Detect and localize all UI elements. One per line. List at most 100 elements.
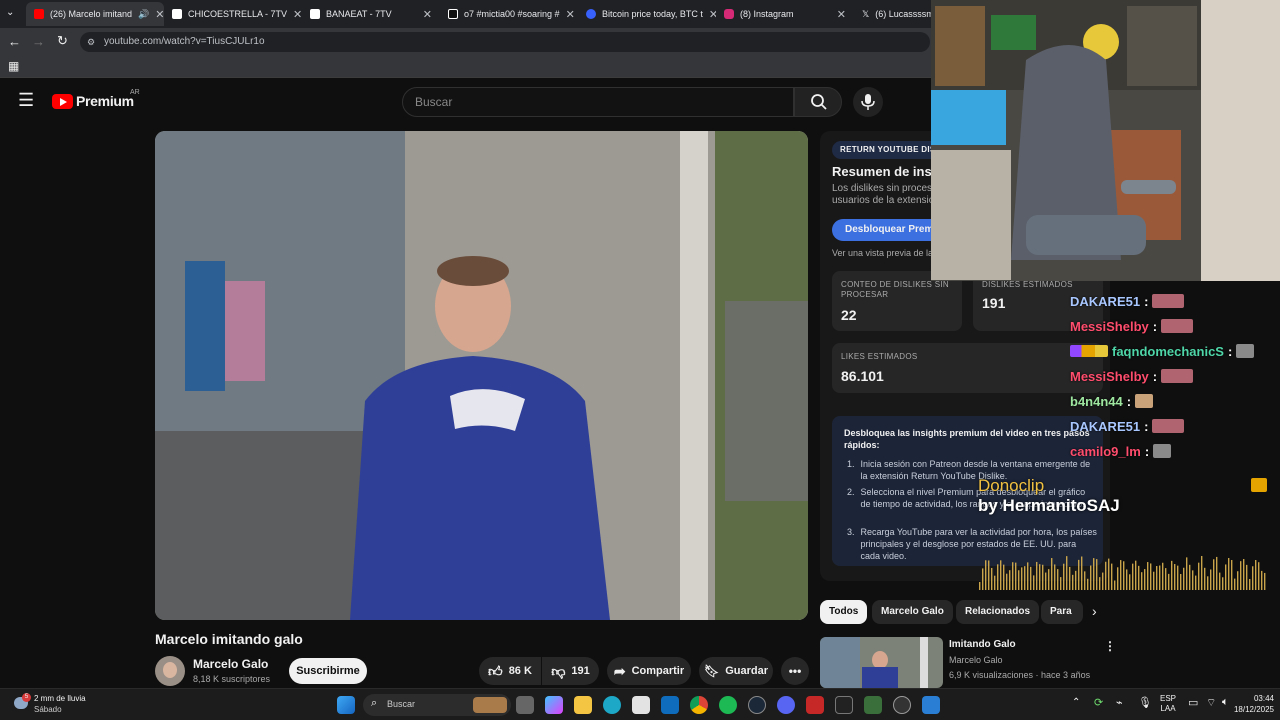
tab-youtube[interactable]: (26) Marcelo imitand 🔊 ✕ (26, 2, 164, 26)
start-windows-icon[interactable] (337, 696, 355, 714)
waveform-bar (994, 575, 996, 590)
site-info-icon[interactable]: ⚙ (87, 32, 95, 52)
tab-7tv-banaeat[interactable]: BANAEAT - 7TV ✕ (302, 2, 440, 26)
task-view-icon[interactable] (516, 696, 534, 714)
waveform-bar (1111, 563, 1113, 590)
steam-icon[interactable] (748, 696, 766, 714)
close-icon[interactable]: ✕ (293, 8, 302, 21)
game-icon[interactable] (864, 696, 882, 714)
chat-username: faqndomechanicS (1112, 343, 1224, 359)
chat-message: DAKARE51: (1070, 292, 1185, 310)
video-player[interactable] (155, 131, 808, 620)
waveform-bar (1210, 569, 1212, 590)
waveform-bar (1123, 561, 1125, 590)
subscribe-button[interactable]: Suscribirme (289, 658, 367, 684)
photos-icon[interactable] (922, 696, 940, 714)
share-button[interactable]: ➦ Compartir (607, 657, 691, 685)
tab-bitcoin[interactable]: Bitcoin price today, BTC t ✕ (578, 2, 716, 26)
apps-grid-icon[interactable]: ▦ (8, 59, 19, 73)
youtube-premium-logo[interactable]: Premium (52, 93, 134, 109)
more-vertical-icon[interactable]: ⋮ (1104, 639, 1116, 653)
tab-7tv-chicoestrella[interactable]: CHICOESTRELLA - 7TV ✕ (164, 2, 302, 26)
copilot-icon[interactable] (545, 696, 563, 714)
close-icon[interactable]: ✕ (566, 8, 575, 21)
x-icon: 𝕏 (862, 8, 870, 19)
waveform-bar (1090, 565, 1092, 590)
chrome-icon[interactable] (690, 696, 708, 714)
related-title[interactable]: Imitando Galo (949, 639, 1016, 650)
discord-icon[interactable] (777, 696, 795, 714)
spotify-icon[interactable] (719, 696, 737, 714)
waveform-bar (1048, 569, 1050, 590)
chip-para[interactable]: Para (1041, 600, 1083, 624)
waveform-bar (1042, 564, 1044, 590)
sync-icon[interactable]: ⟳ (1094, 696, 1103, 709)
chip-relacionados[interactable]: Relacionados (956, 600, 1040, 624)
waveform-bar (1195, 575, 1197, 590)
preview-link[interactable]: Ver una vista previa de la (832, 248, 933, 258)
app-icon[interactable] (806, 696, 824, 714)
waveform-bar (1033, 575, 1035, 590)
speaker-icon[interactable]: 🔊 (138, 9, 149, 20)
waveform-bar (1180, 574, 1182, 590)
clock-time: 03:44 (1253, 694, 1274, 703)
waveform-bar (1249, 578, 1251, 590)
network-icon[interactable]: ⌁ (1116, 696, 1123, 709)
search-button[interactable] (794, 87, 842, 117)
clock[interactable]: 03:44 18/12/2025 (1226, 693, 1274, 715)
7tv-icon (310, 9, 320, 19)
language-indicator[interactable]: ESP LAA (1160, 694, 1176, 714)
waveform-bar (991, 567, 993, 590)
save-button[interactable]: 🔖︎ Guardar (699, 657, 773, 685)
voice-search-button[interactable] (853, 87, 883, 117)
close-icon[interactable]: ✕ (423, 8, 432, 21)
share-label: Compartir (631, 665, 685, 677)
edge-icon[interactable] (603, 696, 621, 714)
related-channel[interactable]: Marcelo Galo (949, 655, 1003, 665)
capcut-icon[interactable] (835, 696, 853, 714)
tab-list-chevron-icon[interactable]: ⌄ (6, 7, 14, 18)
weather-widget[interactable]: 5 2 mm de lluvia Sábado (12, 693, 102, 717)
close-icon[interactable]: ✕ (155, 8, 164, 21)
waveform-bar (1234, 578, 1236, 590)
bookmark-icon: 🔖︎ (703, 664, 720, 678)
chevron-right-icon[interactable]: › (1092, 603, 1097, 619)
more-actions-button[interactable]: ••• (781, 657, 809, 685)
waveform-bar (1168, 573, 1170, 590)
youtube-icon (34, 9, 44, 19)
tab-x[interactable]: 𝕏 (6) Lucassssm (854, 2, 934, 26)
forward-icon[interactable]: → (32, 34, 45, 49)
waveform-bar (1006, 573, 1008, 590)
channel-avatar[interactable] (155, 656, 185, 686)
close-icon[interactable]: ✕ (837, 8, 846, 21)
chip-marcelo-galo[interactable]: Marcelo Galo (872, 600, 953, 624)
chat-message: faqndomechanicS: (1070, 342, 1255, 360)
tab-instagram[interactable]: (8) Instagram ✕ (716, 2, 854, 26)
unlock-premium-button[interactable]: Desbloquear Premi (832, 219, 942, 241)
chevron-up-icon[interactable]: ⌃ (1072, 697, 1080, 708)
microphone-icon[interactable]: 🎙︎ (1138, 696, 1152, 709)
waveform-bar (1066, 556, 1068, 590)
waveform-bar (1141, 572, 1143, 590)
back-icon[interactable]: ← (8, 34, 21, 49)
related-thumbnail[interactable] (820, 637, 943, 688)
waveform-bar (1045, 572, 1047, 590)
store-icon[interactable] (632, 696, 650, 714)
url-input[interactable]: ⚙ youtube.com/watch?v=TiusCJULr1o (80, 32, 930, 52)
channel-name[interactable]: Marcelo Galo (193, 657, 268, 671)
emote-icon (1152, 419, 1185, 433)
dislike-button[interactable]: 👎︎ 191 (542, 657, 599, 685)
outlook-icon[interactable] (661, 696, 679, 714)
chip-todos[interactable]: Todos (820, 600, 868, 624)
hamburger-menu-icon[interactable]: ☰ (18, 90, 34, 111)
close-icon[interactable]: ✕ (709, 8, 716, 21)
search-input[interactable]: Buscar (402, 87, 794, 117)
reload-icon[interactable]: ↻ (57, 33, 68, 49)
tab-tiktok[interactable]: o7 #mictia00 #soaring # ✕ (440, 2, 578, 26)
taskbar-search[interactable]: ⌕ Buscar (363, 694, 511, 716)
wifi-icon[interactable]: ⌔ (1206, 696, 1216, 710)
file-explorer-icon[interactable] (574, 696, 592, 714)
obs-icon[interactable] (893, 696, 911, 714)
like-button[interactable]: 👍︎ 86 K (479, 657, 541, 685)
display-icon[interactable]: ▭ (1188, 696, 1198, 709)
